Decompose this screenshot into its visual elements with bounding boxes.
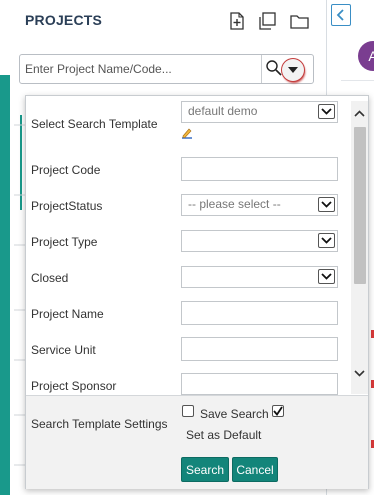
open-folder-button[interactable]: [288, 10, 310, 32]
search-template-settings-label: Search Template Settings: [31, 417, 168, 431]
chevron-down-icon: [321, 273, 332, 280]
chevron-down-icon: [354, 369, 365, 377]
scroll-down-button[interactable]: [351, 366, 368, 380]
duplicate-icon: [259, 12, 276, 30]
search-template-select[interactable]: default demo: [181, 101, 338, 123]
project-status-select[interactable]: -- please select --: [181, 194, 338, 216]
advanced-search-toggle[interactable]: [282, 59, 304, 81]
field-label-project-sponsor: Project Sponsor: [31, 379, 117, 393]
field-label-service-unit: Service Unit: [31, 343, 96, 357]
select-arrow: [318, 233, 335, 248]
project-type-select[interactable]: [181, 230, 338, 252]
page-title: PROJECTS: [25, 12, 103, 28]
divider: [341, 80, 374, 81]
chevron-down-icon: [321, 108, 332, 115]
select-arrow: [318, 197, 335, 212]
avatar-initial: A: [368, 48, 374, 64]
field-label-closed: Closed: [31, 271, 69, 285]
project-sponsor-field[interactable]: [181, 373, 338, 395]
new-project-button[interactable]: [226, 10, 248, 32]
pencil-icon: [182, 128, 192, 139]
chevron-up-icon: [354, 109, 365, 117]
search-button[interactable]: [265, 59, 283, 77]
caret-down-icon: [288, 67, 298, 73]
field-label-search-template: Select Search Template: [31, 117, 158, 131]
search-input[interactable]: [25, 59, 255, 79]
select-arrow: [318, 104, 335, 119]
project-status-value: -- please select --: [188, 197, 281, 211]
field-label-project-status: ProjectStatus: [31, 199, 103, 213]
field-label-project-type: Project Type: [31, 235, 98, 249]
scroll-up-button[interactable]: [351, 106, 368, 120]
scrollbar-thumb[interactable]: [354, 127, 366, 284]
search-template-value: default demo: [188, 104, 258, 118]
search-separator: [261, 55, 262, 83]
chevron-down-icon: [321, 201, 332, 208]
collapse-sidebar-button[interactable]: [331, 4, 351, 26]
search-icon: [266, 60, 282, 76]
cancel-button[interactable]: Cancel: [232, 457, 278, 482]
closed-select[interactable]: [181, 266, 338, 288]
duplicate-button[interactable]: [256, 10, 278, 32]
edit-template-button[interactable]: [181, 127, 193, 139]
background-list-rows: [14, 115, 26, 466]
project-code-field[interactable]: [181, 157, 338, 181]
set-default-label: Set as Default: [186, 428, 262, 442]
new-project-icon: [230, 12, 244, 30]
teal-sidebar-strip: [0, 75, 10, 495]
save-search-checkbox[interactable]: [182, 405, 194, 417]
field-label-project-name: Project Name: [31, 307, 104, 321]
set-default-checkbox[interactable]: [272, 405, 284, 417]
save-search-label: Save Search: [200, 407, 269, 421]
project-name-field[interactable]: [181, 301, 338, 325]
select-arrow: [318, 269, 335, 284]
folder-icon: [290, 15, 309, 29]
chevron-down-icon: [321, 237, 332, 244]
chevron-left-icon: [336, 9, 344, 21]
search-button[interactable]: Search: [181, 457, 229, 482]
service-unit-field[interactable]: [181, 337, 338, 361]
checkmark-icon: [273, 406, 283, 416]
field-label-project-code: Project Code: [31, 163, 101, 177]
